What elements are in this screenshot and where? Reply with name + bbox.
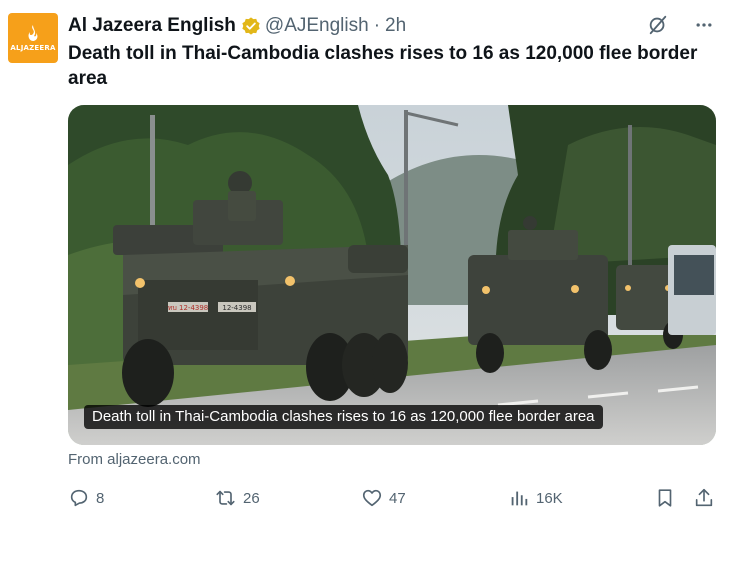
card-image: ทบ 12-4398 12-4398 (68, 105, 716, 445)
aljazeera-logo-icon (28, 25, 38, 41)
grok-icon[interactable] (645, 12, 671, 38)
reply-icon (70, 489, 88, 507)
views-count: 16K (536, 489, 563, 507)
verified-badge-icon[interactable] (241, 16, 261, 36)
bookmark-button[interactable] (654, 484, 676, 512)
handle[interactable]: @AJEnglish (265, 15, 369, 37)
card-title: Death toll in Thai-Cambodia clashes rise… (84, 405, 603, 429)
repost-icon (216, 490, 235, 506)
like-icon (362, 489, 382, 507)
views-button[interactable]: 16K (508, 484, 563, 512)
timestamp[interactable]: 2h (385, 15, 406, 37)
action-bar: 8 26 47 16K (0, 484, 733, 512)
card-source-link[interactable]: From aljazeera.com (68, 451, 201, 468)
tweet-text: Death toll in Thai-Cambodia clashes rise… (68, 43, 698, 89)
vehicle-plate-right: 12-4398 (222, 304, 251, 312)
share-icon (695, 488, 713, 507)
top-actions (645, 12, 717, 38)
reply-button[interactable]: 8 (68, 484, 104, 512)
repost-count: 26 (243, 489, 260, 507)
separator-dot: · (373, 15, 381, 36)
avatar[interactable]: ALJAZEERA (8, 13, 58, 63)
repost-button[interactable]: 26 (214, 484, 260, 512)
link-card[interactable]: ทบ 12-4398 12-4398 Death toll in Thai-Ca… (68, 105, 716, 445)
like-button[interactable]: 47 (361, 484, 406, 512)
display-name[interactable]: Al Jazeera English (68, 15, 236, 37)
reply-count: 8 (96, 489, 105, 507)
bookmark-icon (658, 489, 672, 507)
share-button[interactable] (693, 484, 715, 512)
like-count: 47 (389, 489, 406, 507)
avatar-logo-text: ALJAZEERA (10, 44, 56, 52)
more-icon[interactable] (691, 12, 717, 38)
views-icon (511, 491, 528, 506)
vehicle-plate-left: ทบ 12-4398 (168, 304, 209, 312)
tweet-header: Al Jazeera English @AJEnglish · 2h (68, 14, 406, 38)
